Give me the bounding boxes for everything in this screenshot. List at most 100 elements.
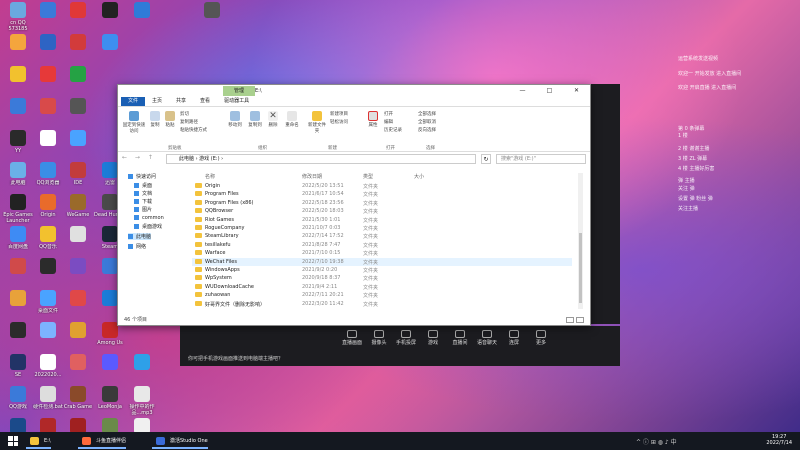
desktop-icon[interactable]	[62, 354, 94, 372]
minimize-button[interactable]: —	[509, 85, 536, 97]
file-row[interactable]: QQBrowser 2022/5/20 18:03 文件夹	[192, 207, 572, 215]
desktop-icon[interactable]	[2, 66, 34, 84]
new-folder-button[interactable]: 新建文件夹	[308, 111, 326, 134]
pin-quick-access-button[interactable]: 固定到快速访问	[121, 111, 147, 134]
desktop-icon[interactable]: QQ浏览器	[32, 162, 64, 186]
rename-button[interactable]: 重命名	[283, 111, 301, 128]
file-row[interactable]: WpSystem 2020/9/18 8:37 文件夹	[192, 274, 572, 282]
desktop-icon[interactable]	[32, 34, 64, 52]
maximize-button[interactable]: □	[536, 85, 563, 97]
desktop-icon[interactable]	[94, 34, 126, 52]
copy-to-button[interactable]: 复制到	[246, 111, 264, 128]
desktop-icon[interactable]	[94, 2, 126, 20]
properties-button[interactable]: 属性	[366, 111, 380, 128]
nav-item[interactable]: 网络	[128, 243, 146, 250]
cut-button[interactable]: 剪切	[180, 111, 189, 117]
nav-arrows[interactable]: ← → ↑	[122, 154, 156, 161]
history-button[interactable]: 历史记录	[384, 127, 402, 133]
file-row[interactable]: zuhaowan 2022/7/11 20:21 文件夹	[192, 291, 572, 299]
desktop-icon[interactable]	[126, 2, 158, 20]
close-button[interactable]: ✕	[563, 85, 590, 97]
desktop-icon[interactable]	[32, 322, 64, 340]
manage-context-tab[interactable]: 管理	[223, 86, 255, 96]
live-tool-button[interactable]: 手机投屏	[396, 330, 416, 346]
file-row[interactable]: Riot Games 2021/5/30 1:01 文件夹	[192, 216, 572, 224]
desktop-icon[interactable]	[94, 354, 126, 372]
nav-item[interactable]: 文档	[134, 190, 152, 197]
column-date[interactable]: 修改日期	[302, 173, 322, 180]
file-row[interactable]: Warface 2021/7/10 0:15 文件夹	[192, 249, 572, 257]
desktop-icon[interactable]	[62, 322, 94, 340]
column-name[interactable]: 名称	[205, 173, 215, 180]
desktop-icon[interactable]: QQ音乐	[32, 226, 64, 250]
desktop-icon[interactable]	[32, 258, 64, 276]
desktop-icon[interactable]: 2022020...	[32, 354, 64, 378]
file-row[interactable]: RogueCompany 2021/10/7 0:03 文件夹	[192, 224, 572, 232]
live-tool-button[interactable]: 更多	[531, 330, 551, 346]
desktop-icon[interactable]	[126, 354, 158, 372]
column-size[interactable]: 大小	[414, 173, 424, 180]
explorer-window[interactable]: 管理 E:\ — □ ✕ 文件 主页 共享 查看 驱动器工具 固定到快速访问 复制 粘贴…	[117, 84, 591, 326]
desktop-icon[interactable]: Crab Game	[62, 386, 94, 410]
easy-access-button[interactable]: 轻松访问	[330, 119, 348, 125]
file-row[interactable]: Origin 2022/5/20 13:51 文件夹	[192, 182, 572, 190]
title-bar[interactable]: 管理 E:\ — □ ✕	[118, 85, 590, 97]
open-button[interactable]: 打开	[384, 111, 393, 117]
desktop-icon[interactable]	[2, 290, 34, 308]
desktop-icon[interactable]: QQ游戏	[2, 386, 34, 410]
desktop-icon[interactable]	[2, 322, 34, 340]
desktop-icon[interactable]	[62, 66, 94, 84]
desktop-icon[interactable]: 桌面文件	[32, 290, 64, 314]
desktop-icon[interactable]	[32, 2, 64, 20]
column-type[interactable]: 类型	[363, 173, 373, 180]
desktop-icon[interactable]	[62, 2, 94, 20]
file-row[interactable]: Program Files (x86) 2022/5/18 23:56 文件夹	[192, 199, 572, 207]
desktop-icon[interactable]	[2, 258, 34, 276]
desktop-icon[interactable]	[62, 290, 94, 308]
live-tool-button[interactable]: 直播画面	[342, 330, 362, 346]
details-view-button[interactable]	[566, 317, 574, 323]
desktop-icon[interactable]: WeGame	[62, 194, 94, 218]
move-to-button[interactable]: 移动到	[226, 111, 244, 128]
vertical-scrollbar[interactable]	[578, 173, 583, 309]
desktop-icon[interactable]: cn QQ 573185	[2, 2, 34, 32]
nav-item[interactable]: 图片	[134, 206, 152, 213]
paste-button[interactable]: 粘贴	[163, 111, 177, 128]
ribbon-tab[interactable]: 查看	[193, 97, 217, 106]
live-tool-button[interactable]: 语音聊天	[477, 330, 497, 346]
desktop-icon[interactable]: Epic Games Launcher	[2, 194, 34, 224]
clock[interactable]: 19:27 2022/7/14	[766, 434, 792, 446]
desktop-icon[interactable]: 此电脑	[2, 162, 34, 186]
ribbon-tab[interactable]: 文件	[121, 97, 146, 106]
ribbon-tab[interactable]: 主页	[145, 97, 169, 106]
live-tool-button[interactable]: 游戏	[423, 330, 443, 346]
file-row[interactable]: tesillakefu 2021/8/28 7:47 文件夹	[192, 241, 572, 249]
desktop-icon[interactable]	[32, 98, 64, 116]
taskbar-app[interactable]: 激活Studio One	[152, 433, 208, 449]
file-row[interactable]: WeChat Files 2022/7/10 19:38 文件夹	[192, 257, 572, 266]
file-row[interactable]: WUDownloadCache 2021/9/4 2:11 文件夹	[192, 283, 572, 291]
nav-item[interactable]: 下载	[134, 198, 152, 205]
desktop-icon[interactable]: 操作中的作品...mp3	[126, 386, 158, 416]
select-none-button[interactable]: 全部取消	[418, 119, 436, 125]
file-row[interactable]: 好哥界文件（删除无影响） 2022/3/20 11:42 文件夹	[192, 300, 572, 308]
desktop-icon[interactable]: Origin	[32, 194, 64, 218]
desktop-icon[interactable]	[62, 226, 94, 244]
desktop-icon[interactable]	[62, 98, 94, 116]
file-row[interactable]: WindowsApps 2021/9/2 0:20 文件夹	[192, 266, 572, 274]
desktop-icon[interactable]	[62, 130, 94, 148]
invert-selection-button[interactable]: 反向选择	[418, 127, 436, 133]
desktop-icon[interactable]: 百度网盘	[2, 226, 34, 250]
select-all-button[interactable]: 全部选择	[418, 111, 436, 117]
ribbon-tab[interactable]: 共享	[169, 97, 193, 106]
nav-item[interactable]: 快速访问	[128, 173, 156, 180]
scroll-thumb[interactable]	[579, 233, 582, 303]
desktop-icon[interactable]	[32, 66, 64, 84]
nav-item[interactable]: common	[134, 215, 164, 221]
desktop-icon[interactable]	[2, 98, 34, 116]
edit-button[interactable]: 编辑	[384, 119, 393, 125]
refresh-button[interactable]: ↻	[481, 154, 491, 164]
file-row[interactable]: Program Files 2021/6/17 10:54 文件夹	[192, 190, 572, 198]
file-row[interactable]: SteamLibrary 2022/7/14 17:52 文件夹	[192, 232, 572, 240]
live-tool-button[interactable]: 直播间	[450, 330, 470, 346]
